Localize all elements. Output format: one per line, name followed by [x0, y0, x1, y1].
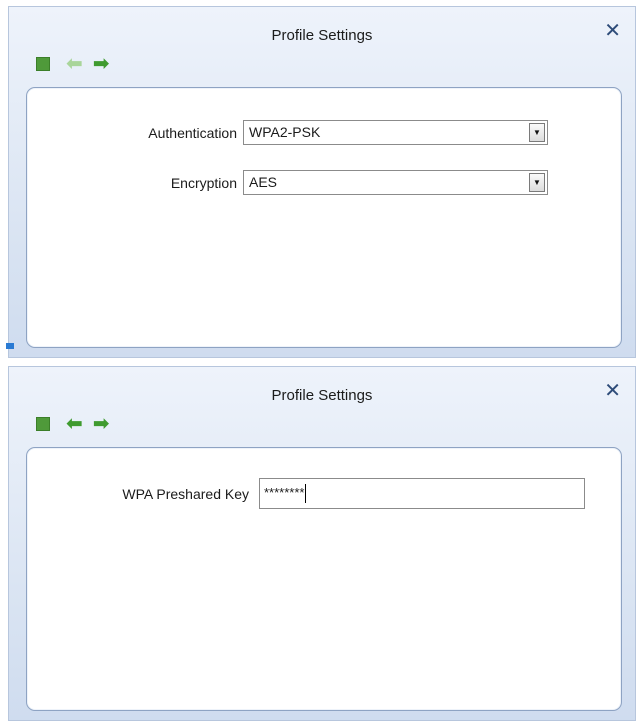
chevron-down-icon[interactable]: ▼ [529, 123, 545, 142]
authentication-select[interactable]: WPA2-PSK ▼ [243, 120, 548, 145]
stop-icon[interactable] [36, 417, 50, 431]
wpa-key-label: WPA Preshared Key [122, 485, 249, 502]
profile-settings-dialog-security: Profile Settings ✕ ⬅ ➡ Authentication WP… [8, 6, 636, 358]
encryption-select[interactable]: AES ▼ [243, 170, 548, 195]
wpa-key-input[interactable]: ******** [259, 478, 585, 509]
back-arrow-icon[interactable]: ⬅ [66, 414, 83, 434]
authentication-label: Authentication [148, 124, 237, 141]
wpa-key-row: WPA Preshared Key ******** [27, 478, 585, 509]
forward-arrow-icon[interactable]: ➡ [93, 54, 110, 74]
dialog-title: Profile Settings [271, 27, 373, 44]
authentication-value: WPA2-PSK [249, 124, 321, 140]
authentication-row: Authentication WPA2-PSK ▼ [27, 120, 548, 145]
toolbar: ⬅ ➡ [36, 414, 110, 434]
stop-icon[interactable] [36, 57, 50, 71]
forward-arrow-icon[interactable]: ➡ [93, 414, 110, 434]
wpa-key-value: ******** [264, 485, 305, 500]
close-icon[interactable]: ✕ [604, 21, 621, 41]
chevron-down-icon[interactable]: ▼ [529, 173, 545, 192]
close-icon[interactable]: ✕ [604, 381, 621, 401]
dialog-title: Profile Settings [271, 387, 373, 404]
window-edge-accent [6, 343, 14, 349]
toolbar: ⬅ ➡ [36, 53, 110, 75]
settings-panel: WPA Preshared Key ******** [26, 447, 622, 711]
profile-settings-dialog-key: Profile Settings ✕ ⬅ ➡ WPA Preshared Key… [8, 366, 636, 721]
encryption-label: Encryption [170, 174, 237, 191]
settings-panel: Authentication WPA2-PSK ▼ Encryption AES… [26, 87, 622, 348]
back-arrow-icon: ⬅ [66, 53, 83, 75]
text-cursor [305, 484, 307, 504]
encryption-value: AES [249, 174, 278, 190]
encryption-row: Encryption AES ▼ [27, 170, 548, 195]
